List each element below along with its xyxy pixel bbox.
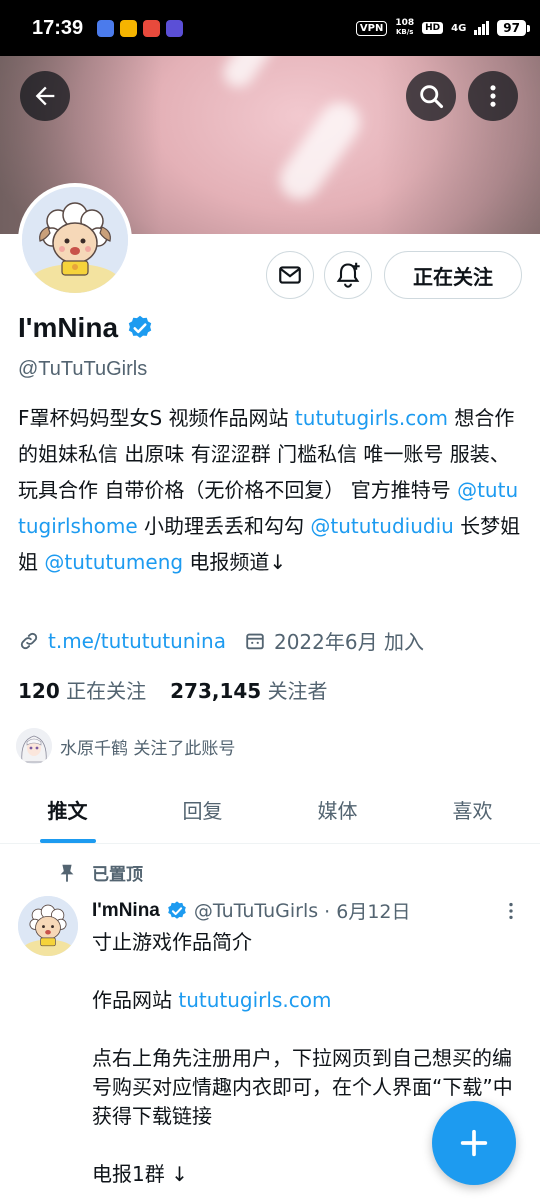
pinned-label: 已置顶 [92, 865, 143, 885]
profile-tabs: 推文 回复 媒体 喜欢 [0, 776, 540, 844]
app-notification-icon [166, 19, 184, 37]
pin-icon [60, 864, 74, 882]
network-speed: 108 KB/s [395, 19, 414, 37]
bio-text: 电报频道↓ [183, 550, 287, 574]
notify-button[interactable] [324, 251, 372, 299]
speed-value: 108 [395, 18, 415, 28]
signal-icon [474, 21, 490, 35]
arrow-left-icon [35, 86, 55, 106]
profile-counts: 120 正在关注 273,145 关注者 [18, 675, 328, 704]
calendar-icon [246, 633, 264, 649]
profile-bio: F罩杯妈妈型女S 视频作品网站 tututugirls.com 想合作的姐妹私信… [18, 400, 523, 580]
profile-handle: @TuTuTuGirls [18, 358, 148, 380]
following-count: 120 [18, 679, 60, 703]
tab-replies[interactable]: 回复 [135, 776, 270, 843]
tweet-avatar[interactable] [18, 896, 78, 956]
profile-name-row: I'mNina [18, 312, 154, 344]
followed-by-row[interactable]: 水原千鹤 关注了此账号 [16, 728, 235, 764]
tweet-website-link[interactable]: tututugirls.com [178, 988, 331, 1012]
bio-mention-meng[interactable]: @tututumeng [44, 550, 183, 574]
more-options-button[interactable] [468, 71, 518, 121]
network-type: 4G [451, 22, 467, 34]
tweet-author-name[interactable]: I'mNina [92, 900, 160, 922]
tab-tweets[interactable]: 推文 [0, 776, 135, 843]
status-time: 17:39 [32, 16, 84, 39]
verified-badge-icon [168, 900, 186, 919]
tab-likes[interactable]: 喜欢 [405, 776, 540, 843]
bio-link-website[interactable]: tututugirls.com [295, 406, 448, 430]
status-bar: 17:39 VPN 108 KB/s HD 4G 97 [0, 0, 540, 56]
sheep-avatar-illustration [18, 896, 78, 956]
sheep-avatar-illustration [22, 187, 128, 293]
following-label: 正在关注 [66, 679, 147, 703]
app-notification-icon [97, 19, 115, 37]
followers-label: 关注者 [267, 679, 328, 703]
anime-girl-avatar-illustration [16, 728, 52, 764]
profile-joined-date: 2022年6月 加入 [273, 630, 424, 654]
tweet-header: I'mNina @TuTuTuGirls · 6月12日 [92, 897, 411, 924]
bell-plus-icon [336, 262, 360, 288]
tweet-more-button[interactable] [500, 900, 522, 926]
tweet-author-handle: @TuTuTuGirls [193, 899, 319, 922]
search-icon [420, 85, 444, 109]
pinned-indicator: 已置顶 [56, 860, 143, 885]
mail-icon [279, 266, 301, 284]
profile-avatar[interactable] [18, 183, 132, 297]
speed-unit: KB/s [395, 28, 414, 36]
vpn-indicator: VPN [355, 20, 388, 36]
bio-text: 小助理丢丢和勾勾 [137, 514, 311, 538]
tweet-line: 寸止游戏作品简介 [92, 930, 252, 954]
link-icon [20, 632, 38, 649]
bio-mention-diudiu[interactable]: @tututudiudiu [310, 514, 453, 538]
followers-count-link[interactable]: 273,145 关注者 [170, 675, 327, 704]
back-button[interactable] [20, 71, 70, 121]
hd-indicator: HD [422, 22, 444, 34]
followers-count: 273,145 [170, 679, 262, 703]
profile-meta: t.me/tutututunina 2022年6月 加入 [18, 626, 442, 655]
verified-badge-icon[interactable] [126, 314, 154, 342]
compose-tweet-button[interactable] [432, 1101, 516, 1185]
app-notification-icon [120, 19, 138, 37]
app-notification-icon [143, 19, 161, 37]
plus-icon [460, 1129, 488, 1157]
battery-icon: 97 [497, 20, 530, 36]
more-vertical-icon [509, 902, 513, 920]
message-button[interactable] [266, 251, 314, 299]
following-button[interactable]: 正在关注 [384, 251, 522, 299]
tweet-line-text: 作品网站 [92, 988, 179, 1012]
bio-text: F罩杯妈妈型女S 视频作品网站 [18, 406, 295, 430]
profile-name: I'mNina [18, 312, 119, 343]
more-vertical-icon [490, 85, 496, 107]
following-count-link[interactable]: 120 正在关注 [18, 675, 146, 704]
tab-media[interactable]: 媒体 [270, 776, 405, 843]
tweet-line: 作品网站 tututugirls.com [92, 986, 524, 1015]
follower-avatar [16, 728, 52, 764]
followed-by-text: 水原千鹤 关注了此账号 [60, 738, 236, 759]
profile-website-link[interactable]: t.me/tutututunina [48, 629, 226, 653]
search-button[interactable] [406, 71, 456, 121]
notification-icons [97, 19, 184, 37]
tweet-date: · 6月12日 [324, 901, 411, 923]
